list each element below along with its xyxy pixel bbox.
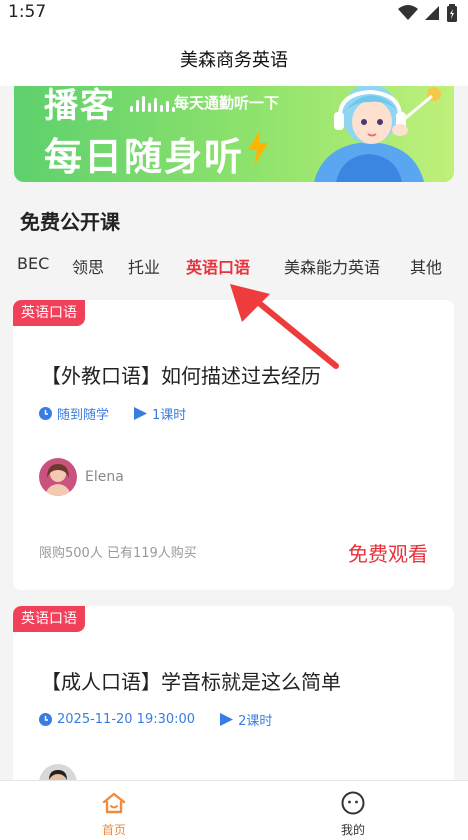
- play-icon: [220, 713, 234, 726]
- schedule-item: 随到随学: [39, 404, 109, 423]
- soundwave-icon: [130, 94, 175, 112]
- tab-other[interactable]: 其他: [410, 254, 442, 278]
- course-title: 【成人口语】学音标就是这么简单: [41, 670, 341, 694]
- teacher-name: Elena: [85, 469, 124, 485]
- tab-meisen-ability-english[interactable]: 美森能力英语: [284, 254, 380, 278]
- tab-linguaskill[interactable]: 领思: [72, 254, 104, 278]
- home-icon: [102, 792, 126, 814]
- lessons-text: 1课时: [152, 408, 187, 423]
- category-tabs: BEC 领思 托业 英语口语 美森能力英语 其他: [0, 254, 468, 284]
- clock-icon: [39, 713, 52, 726]
- purchase-limit-text: 限购500人 已有119人购买: [39, 546, 197, 561]
- course-card[interactable]: 英语口语 【成人口语】学音标就是这么简单 2025-11-20 19:30:00…: [13, 606, 454, 806]
- page-title: 美森商务英语: [180, 50, 288, 71]
- podcast-banner[interactable]: 播客 每天通勤听一下 每日随身听: [14, 86, 454, 182]
- battery-icon: [447, 4, 457, 22]
- banner-character-illustration: [314, 86, 441, 182]
- annotation-arrow: [230, 284, 339, 369]
- category-badge: 英语口语: [13, 300, 85, 326]
- schedule-text: 2025-11-20 19:30:00: [57, 712, 196, 727]
- teacher-avatar: [39, 458, 77, 496]
- banner-title-line1: 播客: [44, 86, 116, 126]
- bottom-nav: 首页 我的: [0, 780, 468, 840]
- clock-icon: [39, 407, 52, 420]
- section-title: 免费公开课: [20, 210, 120, 234]
- category-badge: 英语口语: [13, 606, 85, 632]
- schedule-text: 随到随学: [57, 408, 110, 423]
- status-icons: [398, 4, 458, 22]
- app-header: 美森商务英语: [0, 30, 468, 86]
- schedule-item: 2025-11-20 19:30:00: [39, 712, 195, 727]
- nav-profile[interactable]: 我的: [313, 791, 393, 838]
- lightning-icon: [248, 130, 268, 166]
- banner-title-line2: 每日随身听: [44, 135, 245, 179]
- signal-icon: [425, 6, 439, 20]
- free-watch-button[interactable]: 免费观看: [348, 538, 428, 567]
- tab-spoken-english[interactable]: 英语口语: [186, 254, 250, 278]
- lessons-text: 2课时: [238, 714, 273, 729]
- tab-bec[interactable]: BEC: [17, 254, 49, 273]
- nav-home-label: 首页: [101, 823, 126, 837]
- teacher-info: Elena: [39, 458, 124, 496]
- play-icon: [134, 407, 148, 420]
- course-meta: 随到随学 1课时: [39, 404, 210, 423]
- banner-tagline: 每天通勤听一下: [174, 94, 280, 112]
- status-bar: 1:57: [0, 0, 468, 30]
- tab-toeic[interactable]: 托业: [128, 254, 160, 278]
- lessons-item: 2课时: [219, 710, 272, 729]
- nav-profile-label: 我的: [340, 823, 365, 837]
- status-time: 1:57: [8, 2, 47, 22]
- profile-icon: [341, 791, 365, 815]
- wifi-icon: [398, 5, 418, 20]
- nav-home[interactable]: 首页: [74, 791, 154, 838]
- course-meta: 2025-11-20 19:30:00 2课时: [39, 710, 296, 729]
- lessons-item: 1课时: [133, 404, 186, 423]
- app-screen: 1:57 美森商务英语 播客 每天通勤听一下 每日随身听 免费公开课 BEC 领…: [0, 0, 468, 840]
